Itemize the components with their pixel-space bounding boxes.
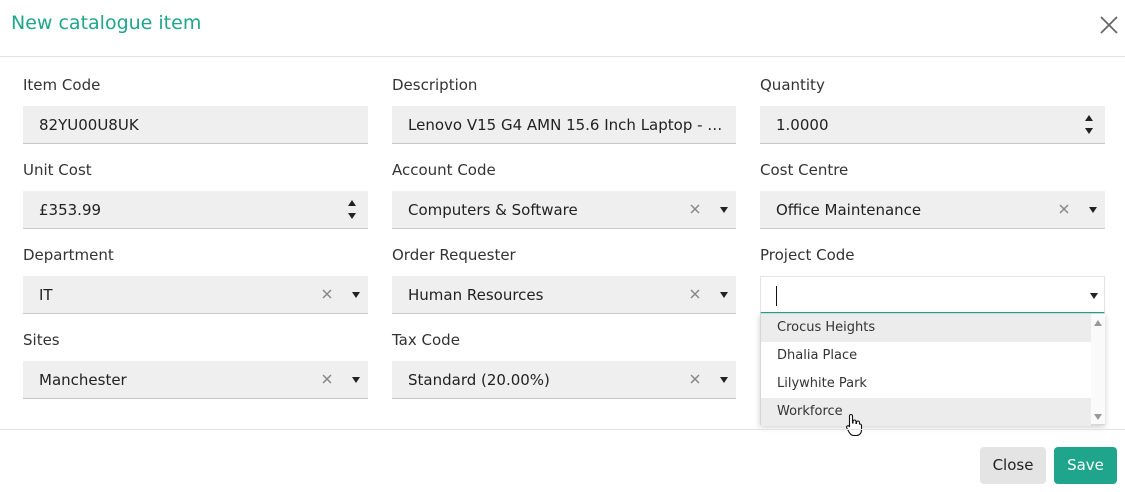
dropdown-option-lilywhite-park[interactable]: Lilywhite Park [761,370,1091,398]
department-value: IT [39,286,53,304]
clear-icon[interactable] [687,371,703,387]
dialog-header: New catalogue item [0,0,1125,57]
clear-icon[interactable] [319,371,335,387]
chevron-down-icon[interactable] [720,207,728,213]
chevron-down-icon[interactable] [1090,293,1098,299]
clear-icon[interactable] [1056,201,1072,217]
quantity-label: Quantity [760,76,825,94]
chevron-down-icon[interactable] [720,292,728,298]
sites-label: Sites [23,331,60,349]
clear-icon[interactable] [687,201,703,217]
project-code-label: Project Code [760,246,855,264]
account-code-value: Computers & Software [408,201,578,219]
quantity-stepper[interactable]: 1.0000 [760,106,1105,144]
chevron-down-icon[interactable] [352,292,360,298]
description-value: Lenovo V15 G4 AMN 15.6 Inch Laptop - A..… [408,116,723,134]
footer-divider [0,429,1125,430]
cost-centre-select[interactable]: Office Maintenance [760,191,1105,229]
department-select[interactable]: IT [23,276,368,314]
chevron-down-icon[interactable] [352,377,360,383]
save-button[interactable]: Save [1054,447,1117,484]
order-requester-value: Human Resources [408,286,544,304]
tax-code-value: Standard (20.00%) [408,371,550,389]
dialog-title: New catalogue item [11,12,202,34]
project-code-select[interactable] [760,276,1105,314]
scroll-down-icon[interactable] [1094,414,1102,420]
sites-select[interactable]: Manchester [23,361,368,399]
dropdown-option-dhalia-place[interactable]: Dhalia Place [761,342,1091,370]
tax-code-select[interactable]: Standard (20.00%) [392,361,736,399]
order-requester-label: Order Requester [392,246,516,264]
text-cursor [776,286,777,306]
account-code-label: Account Code [392,161,496,179]
description-input[interactable]: Lenovo V15 G4 AMN 15.6 Inch Laptop - A..… [392,106,736,144]
chevron-down-icon[interactable] [720,377,728,383]
cost-centre-label: Cost Centre [760,161,849,179]
item-code-value: 82YU00U8UK [39,116,139,134]
quantity-value: 1.0000 [776,116,829,134]
dropdown-option-crocus-heights[interactable]: Crocus Heights [761,314,1091,342]
description-label: Description [392,76,478,94]
department-label: Department [23,246,114,264]
unit-cost-value: £353.99 [39,201,102,219]
unit-cost-label: Unit Cost [23,161,92,179]
item-code-input[interactable]: 82YU00U8UK [23,106,368,144]
chevron-down-icon[interactable] [1089,207,1097,213]
dropdown-option-workforce[interactable]: Workforce [761,398,1091,426]
spinner-arrows-icon[interactable] [1085,113,1095,137]
project-code-dropdown: Crocus Heights Dhalia Place Lilywhite Pa… [760,313,1105,426]
close-button[interactable]: Close [980,447,1046,484]
spinner-arrows-icon[interactable] [348,198,358,222]
tax-code-label: Tax Code [392,331,460,349]
cost-centre-value: Office Maintenance [776,201,922,219]
hand-pointer-icon [846,413,863,437]
account-code-select[interactable]: Computers & Software [392,191,736,229]
dropdown-scrollbar[interactable] [1091,314,1105,424]
sites-value: Manchester [39,371,127,389]
order-requester-select[interactable]: Human Resources [392,276,736,314]
item-code-label: Item Code [23,76,101,94]
clear-icon[interactable] [687,286,703,302]
scroll-up-icon[interactable] [1094,320,1102,326]
unit-cost-stepper[interactable]: £353.99 [23,191,368,229]
clear-icon[interactable] [319,286,335,302]
close-icon[interactable] [1098,14,1120,36]
